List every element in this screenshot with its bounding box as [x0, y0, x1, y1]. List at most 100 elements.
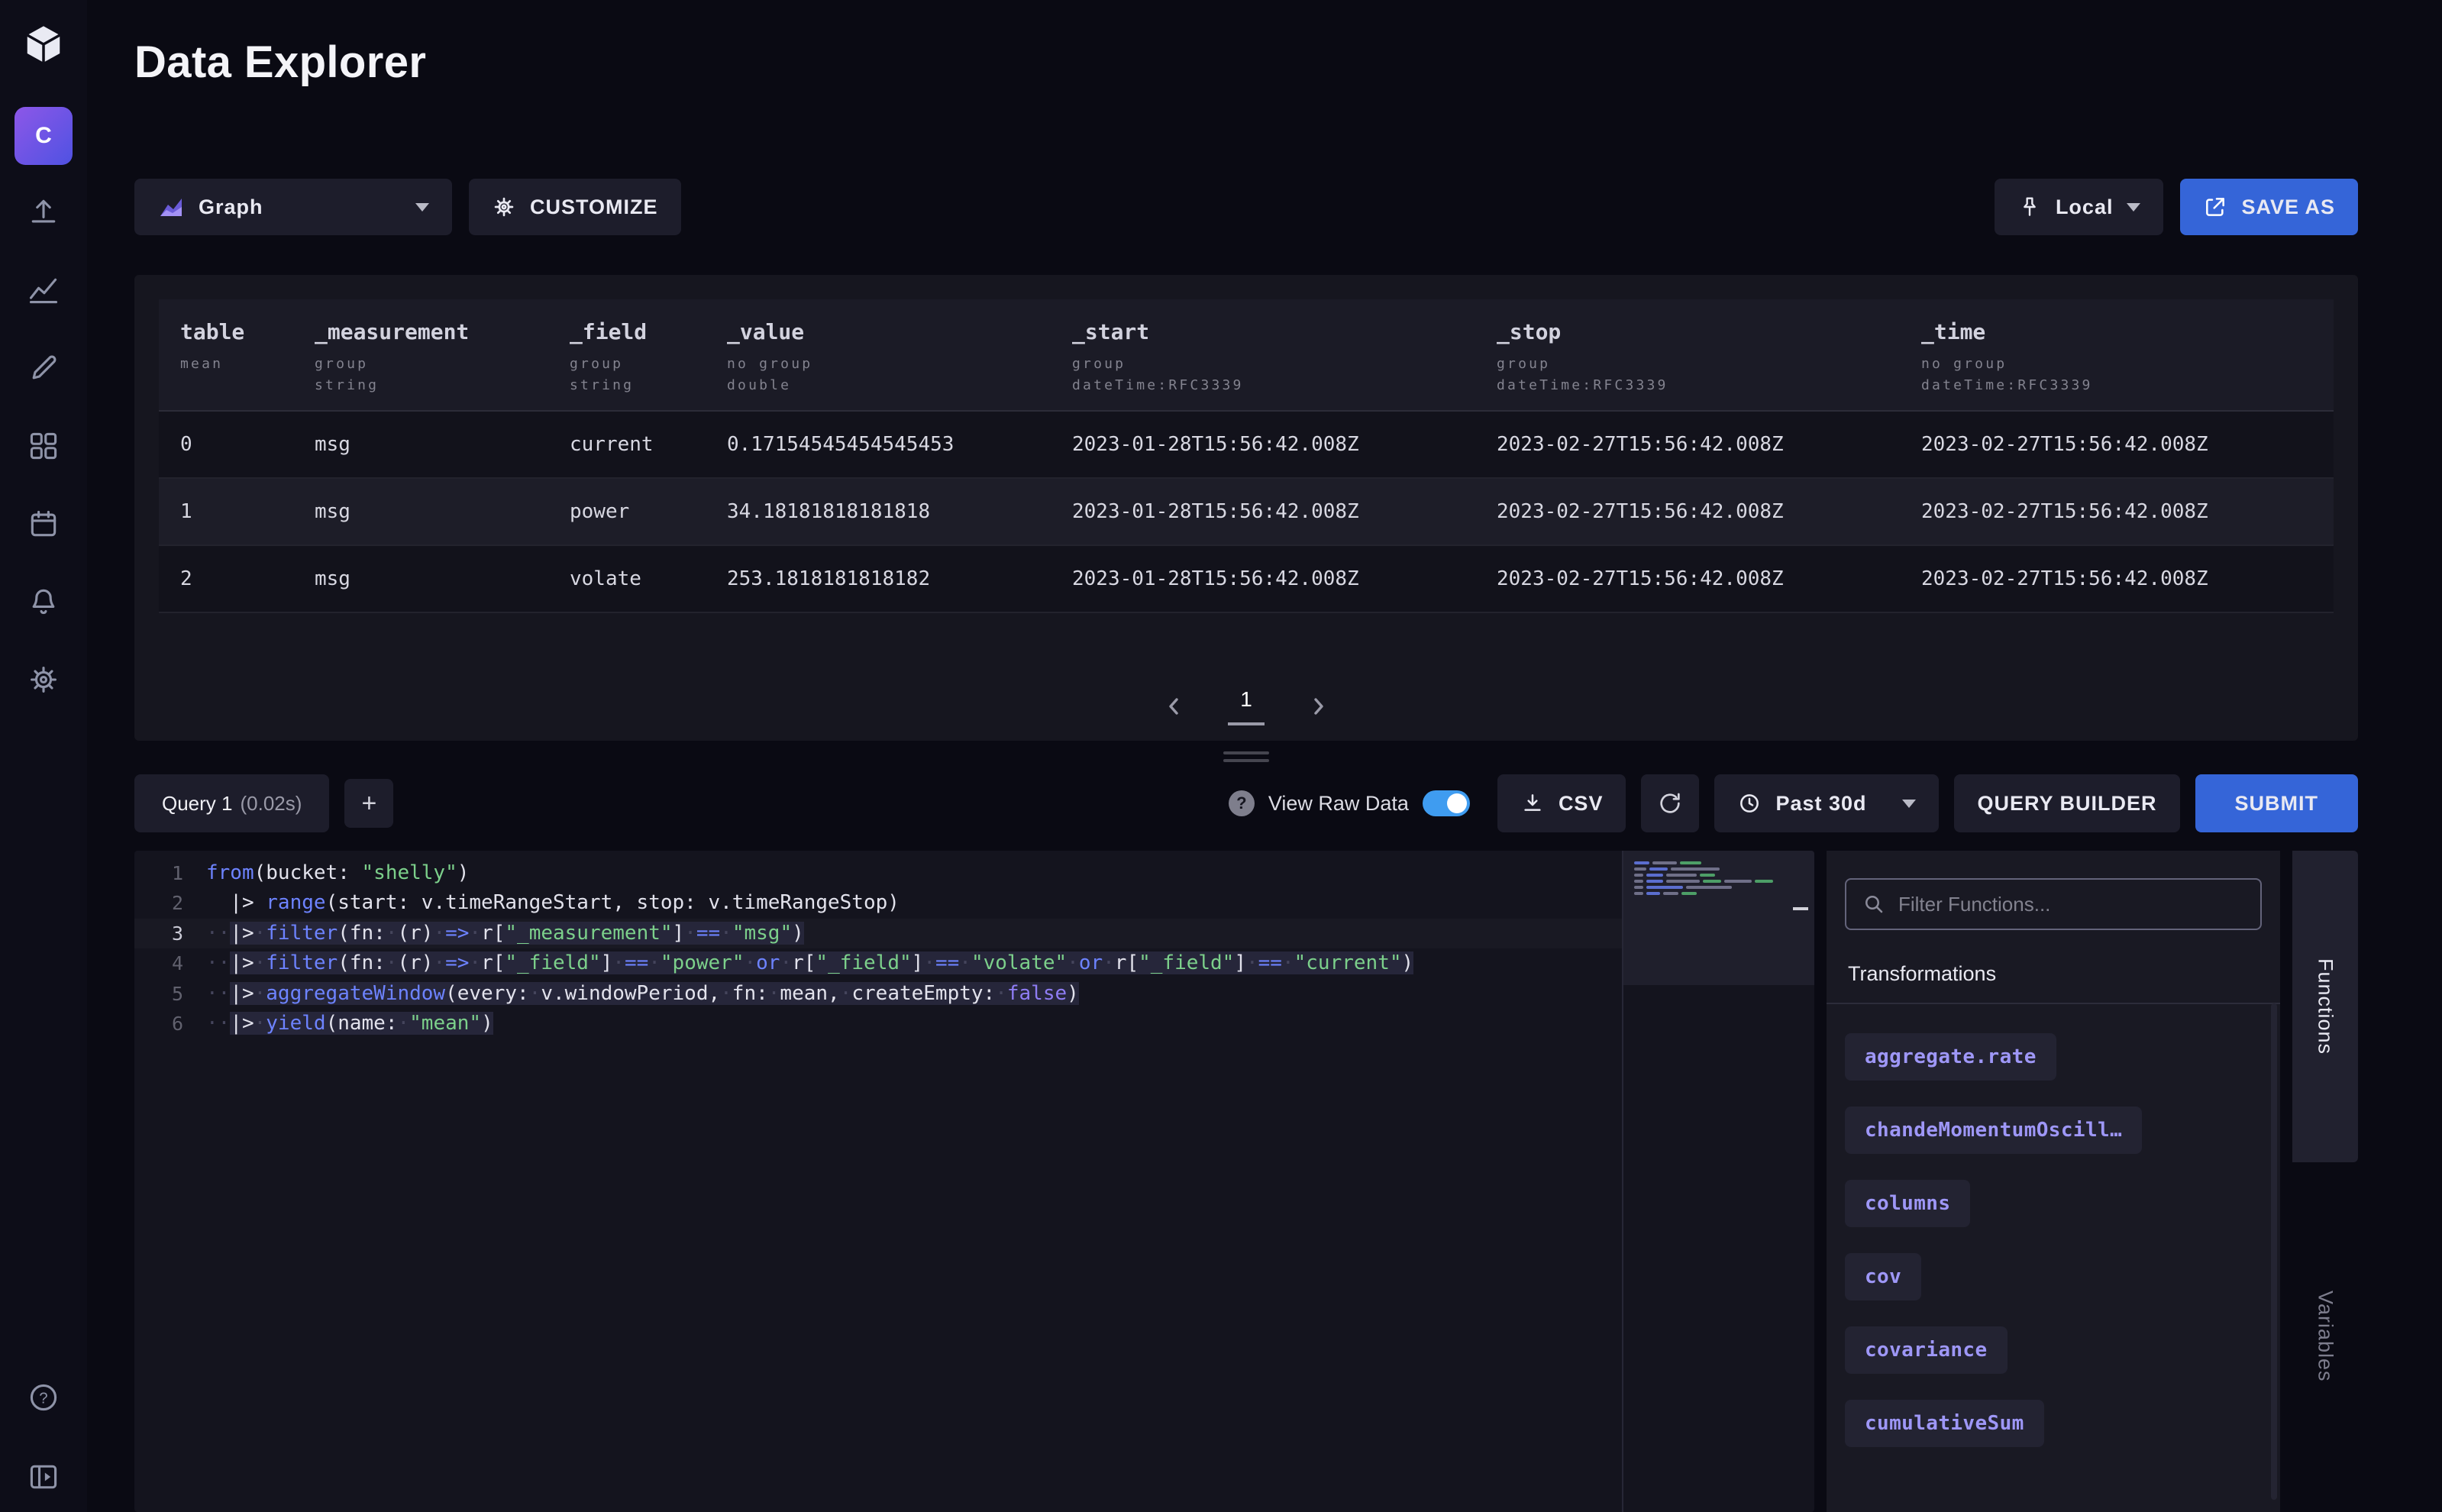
main-content: Data Explorer Graph — [87, 0, 2442, 1512]
save-as-button[interactable]: SAVE AS — [2180, 179, 2358, 235]
table-cell: current — [548, 412, 706, 477]
column-header: _stopgroupdateTime:RFC3339 — [1475, 299, 1900, 410]
column-name: _time — [1921, 319, 2327, 344]
tab-variables[interactable]: Variables — [2292, 1245, 2358, 1428]
download-icon — [1520, 791, 1545, 816]
functions-scrollbar[interactable] — [2271, 1003, 2277, 1500]
table-cell: 2023-02-27T15:56:42.008Z — [1475, 479, 1900, 544]
table-cell: msg — [293, 546, 548, 612]
column-name: table — [180, 319, 287, 344]
column-header: _fieldgroupstring — [548, 299, 706, 410]
column-subtype: mean — [180, 354, 287, 375]
tab-functions[interactable]: Functions — [2292, 851, 2358, 1162]
minimap-slider[interactable] — [1793, 907, 1808, 910]
function-item[interactable]: columns — [1845, 1180, 1970, 1227]
table-cell: volate — [548, 546, 706, 612]
flux-code-editor[interactable]: 1from(bucket: "shelly")2 |> range(start:… — [134, 851, 1814, 1512]
table-body: 0msgcurrent0.171545454545454532023-01-28… — [159, 412, 2334, 613]
column-name: _value — [727, 319, 1045, 344]
app-window: C — [0, 0, 2442, 1512]
page-next-icon[interactable] — [1301, 690, 1335, 723]
table-cell: 2023-02-27T15:56:42.008Z — [1900, 412, 2334, 477]
current-page[interactable]: 1 — [1228, 687, 1265, 725]
column-subtype: dateTime:RFC3339 — [1921, 375, 2327, 396]
table-cell: power — [548, 479, 706, 544]
function-item[interactable]: chandeMomentumOscill… — [1845, 1107, 2142, 1154]
table-header-row: tablemean_measurementgroupstring_fieldgr… — [159, 299, 2334, 412]
settings-icon[interactable] — [27, 663, 60, 696]
data-explorer-icon[interactable] — [27, 273, 60, 307]
view-type-label: Graph — [199, 195, 263, 219]
view-raw-data-group: ? View Raw Data — [1229, 790, 1470, 816]
table-cell: 1 — [159, 479, 293, 544]
page-title: Data Explorer — [134, 38, 2358, 87]
code-line: 6··|>·yield(name:·"mean") — [134, 1009, 1622, 1039]
column-subtype: group — [1072, 354, 1469, 375]
panel-resize-handle[interactable] — [1223, 751, 1269, 767]
refresh-button[interactable] — [1641, 774, 1699, 832]
function-search-input[interactable] — [1898, 893, 2245, 916]
question-circle-icon[interactable]: ? — [1229, 790, 1255, 816]
caret-down-icon — [2127, 203, 2140, 212]
code-line: 1from(bucket: "shelly") — [134, 858, 1622, 888]
table-cell: 34.18181818181818 — [706, 479, 1051, 544]
function-item[interactable]: cumulativeSum — [1845, 1400, 2044, 1447]
time-range-dropdown[interactable]: Past 30d — [1714, 774, 1939, 832]
function-item[interactable]: aggregate.rate — [1845, 1033, 2056, 1081]
query-builder-button[interactable]: QUERY BUILDER — [1954, 774, 2179, 832]
column-subtype: group — [315, 354, 542, 375]
notebooks-icon[interactable] — [27, 351, 60, 385]
table-row: 0msgcurrent0.171545454545454532023-01-28… — [159, 412, 2334, 479]
add-query-button[interactable]: + — [344, 779, 393, 828]
code-line: 2 |> range(start: v.timeRangeStart, stop… — [134, 888, 1622, 918]
external-link-icon — [2203, 195, 2227, 219]
table-cell: 2 — [159, 546, 293, 612]
table-cell: 2023-01-28T15:56:42.008Z — [1051, 479, 1475, 544]
line-number: 5 — [134, 979, 206, 1009]
sidebar: C — [0, 0, 87, 1512]
page-prev-icon[interactable] — [1158, 690, 1191, 723]
save-as-label: SAVE AS — [2241, 195, 2335, 219]
query-editor-section: 1from(bucket: "shelly")2 |> range(start:… — [134, 851, 2358, 1512]
editor-minimap[interactable] — [1622, 851, 1814, 1512]
view-toolbar: Graph CUSTOMIZE — [134, 179, 2358, 235]
csv-label: CSV — [1559, 792, 1604, 816]
view-type-dropdown[interactable]: Graph — [134, 179, 452, 235]
column-name: _start — [1072, 319, 1469, 344]
pin-icon — [2017, 195, 2042, 219]
table-cell: 0 — [159, 412, 293, 477]
submit-button[interactable]: SUBMIT — [2195, 774, 2359, 832]
column-subtype: string — [570, 375, 699, 396]
help-icon[interactable]: ? — [27, 1381, 60, 1414]
csv-button[interactable]: CSV — [1497, 774, 1626, 832]
alerts-icon[interactable] — [27, 585, 60, 619]
function-search[interactable] — [1845, 878, 2262, 930]
function-item[interactable]: covariance — [1845, 1326, 2008, 1374]
column-header: _measurementgroupstring — [293, 299, 548, 410]
account-avatar[interactable]: C — [15, 107, 73, 165]
load-data-icon[interactable] — [27, 195, 60, 229]
column-name: _measurement — [315, 319, 542, 344]
local-dropdown[interactable]: Local — [1995, 179, 2164, 235]
sidebar-toggle-icon[interactable] — [27, 1460, 60, 1494]
search-icon — [1862, 892, 1886, 916]
line-number: 1 — [134, 858, 206, 888]
influxdb-logo-icon[interactable] — [21, 21, 66, 67]
view-raw-data-toggle[interactable] — [1423, 790, 1470, 816]
code-line: 3··|>·filter(fn:·(r)·=>·r["_measurement"… — [134, 919, 1622, 948]
query-toolbar: Query 1 (0.02s) + ? View Raw Data CSV — [134, 774, 2358, 832]
local-label: Local — [2056, 195, 2114, 219]
customize-button[interactable]: CUSTOMIZE — [469, 179, 681, 235]
sidebar-nav — [27, 195, 60, 696]
area-chart-icon — [157, 193, 185, 221]
query-tab[interactable]: Query 1 (0.02s) — [134, 774, 329, 832]
table-cell: msg — [293, 479, 548, 544]
dashboards-icon[interactable] — [27, 429, 60, 463]
gear-icon — [492, 195, 516, 219]
function-item[interactable]: cov — [1845, 1253, 1921, 1300]
tasks-icon[interactable] — [27, 507, 60, 541]
table-cell: 2023-02-27T15:56:42.008Z — [1475, 412, 1900, 477]
function-list: aggregate.rate chandeMomentumOscill… colum… — [1845, 1004, 2262, 1447]
table-cell: 2023-02-27T15:56:42.008Z — [1900, 546, 2334, 612]
column-name: _field — [570, 319, 699, 344]
